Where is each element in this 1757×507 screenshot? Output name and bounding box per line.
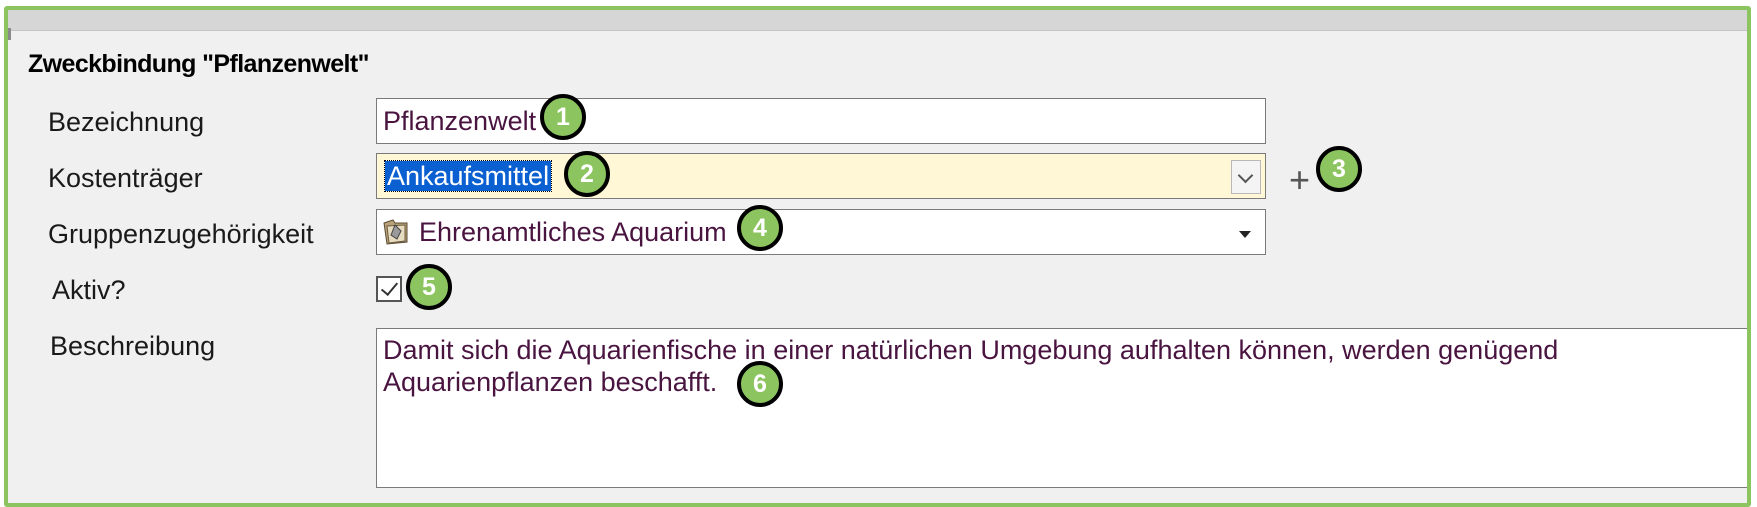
checkmark-icon [380, 277, 399, 297]
annotation-badge-6: 6 [737, 361, 783, 407]
kostentraeger-value: Ankaufsmittel [383, 160, 553, 192]
gruppe-dropdown-button[interactable] [1231, 216, 1261, 250]
annotation-badge-5: 5 [406, 264, 452, 310]
annotation-badge-2: 2 [564, 151, 610, 197]
panel-edge-marker [8, 28, 11, 40]
aktiv-label: Aktiv? [52, 275, 126, 305]
chevron-down-icon [1237, 167, 1254, 184]
annotation-badge-1: 1 [540, 94, 586, 140]
group-folder-icon [383, 219, 408, 245]
kostentraeger-select[interactable]: Ankaufsmittel [376, 153, 1266, 199]
kostentraeger-label: Kostenträger [48, 163, 203, 193]
gruppe-value: Ehrenamtliches Aquarium [419, 217, 727, 247]
beschreibung-textarea[interactable]: Damit sich die Aquarienfische in einer n… [376, 328, 1747, 488]
annotation-badge-4: 4 [737, 205, 783, 251]
dropdown-arrow-icon [1239, 231, 1251, 238]
kostentraeger-dropdown-button[interactable] [1231, 160, 1261, 194]
beschreibung-value: Damit sich die Aquarienfische in einer n… [383, 335, 1559, 397]
add-kostentraeger-button[interactable]: + [1289, 160, 1310, 200]
aktiv-checkbox[interactable] [376, 276, 402, 302]
form-title: Zweckbindung "Pflanzenwelt" [28, 50, 369, 78]
bezeichnung-value: Pflanzenwelt [383, 106, 537, 136]
gruppe-select[interactable]: Ehrenamtliches Aquarium [376, 209, 1266, 255]
bezeichnung-input[interactable]: Pflanzenwelt [376, 98, 1266, 144]
panel-top-bar [8, 10, 1747, 31]
annotation-badge-3: 3 [1316, 146, 1362, 192]
form-panel: Zweckbindung "Pflanzenwelt" Bezeichnung … [4, 6, 1751, 507]
beschreibung-label: Beschreibung [50, 331, 216, 361]
bezeichnung-label: Bezeichnung [48, 107, 205, 137]
gruppe-label: Gruppenzugehörigkeit [48, 219, 314, 249]
